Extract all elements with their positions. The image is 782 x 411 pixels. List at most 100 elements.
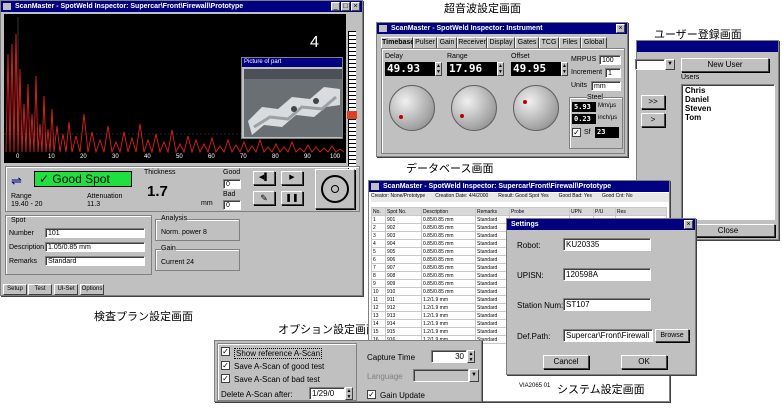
delete-after-field[interactable]: 1/29/0 <box>309 387 345 400</box>
remarks-label: Remarks <box>9 258 38 265</box>
link-icon: ⇌ <box>11 173 22 188</box>
capture-time-field[interactable]: 30 <box>431 350 467 363</box>
language-dropdown-arrow-icon[interactable]: ▼ <box>469 369 479 382</box>
tab-test[interactable]: Test <box>28 284 52 295</box>
close-icon[interactable]: × <box>616 24 625 33</box>
increment-label: Increment <box>571 69 603 76</box>
range-spinner[interactable]: ▲ ▼ <box>497 62 504 76</box>
x-tick: 40 <box>144 154 151 160</box>
rewind-button[interactable]: ◀▌ <box>253 171 275 185</box>
app-icon <box>371 183 379 190</box>
column-header[interactable]: UPN <box>569 207 594 216</box>
tab-ui-set[interactable]: UI-Set <box>54 284 78 295</box>
tab-tcg[interactable]: TCG <box>539 37 559 48</box>
ultrasonic-window: ScanMaster - SpotWeld Inspector: Instrum… <box>376 22 628 157</box>
minimize-icon[interactable]: _ <box>331 2 340 11</box>
gain-scale-marker[interactable] <box>347 111 357 119</box>
column-header[interactable]: Spot No. <box>385 207 422 216</box>
list-item[interactable]: Chris <box>685 86 771 95</box>
tab-timebase[interactable]: Timebase <box>381 37 414 48</box>
ok-button[interactable]: OK <box>621 355 667 369</box>
robot-field[interactable]: KU20335 <box>563 238 651 251</box>
user-list[interactable]: Chris Daniel Steven Tom <box>681 84 775 220</box>
gain-update-checkbox[interactable]: ✓ <box>367 390 376 399</box>
bad-label: Bad <box>223 191 236 198</box>
maximize-icon[interactable]: □ <box>341 2 350 11</box>
pause-button[interactable]: ❚❚ <box>281 191 303 205</box>
close-icon[interactable]: × <box>351 2 360 11</box>
play-button[interactable]: ▶ <box>281 171 303 185</box>
column-header[interactable]: P/U <box>593 207 616 216</box>
list-item[interactable]: Daniel <box>685 95 771 104</box>
save-good-checkbox[interactable]: ✓ <box>221 361 230 370</box>
tab-options[interactable]: Options <box>80 284 104 295</box>
list-item[interactable]: Tom <box>685 113 771 122</box>
cell: 3 <box>371 231 386 240</box>
cell: 1.2/1.9 mm <box>421 311 476 320</box>
upsn-field[interactable]: 120598A <box>563 268 651 281</box>
velocity-inch-unit: inch/µs <box>598 115 618 121</box>
mrpus-label: MRPUS <box>571 56 597 63</box>
tab-display[interactable]: Display <box>487 37 515 48</box>
ultrasonic-title-bar: ScanMaster - SpotWeld Inspector: Instrum… <box>377 23 627 34</box>
range-knob[interactable] <box>451 85 497 131</box>
cell: Standard <box>475 263 510 272</box>
app-icon <box>3 3 11 10</box>
dropdown-arrow-icon[interactable]: ▼ <box>665 59 675 70</box>
move-one-button[interactable]: > <box>641 113 665 127</box>
increment-field[interactable]: 1 <box>605 68 621 78</box>
cancel-button[interactable]: Cancel <box>543 355 589 369</box>
sf-checkbox[interactable]: ✓ <box>572 128 581 137</box>
language-select[interactable] <box>413 369 469 382</box>
delay-knob[interactable] <box>389 85 435 131</box>
status-badge: ✓ Good Spot <box>34 171 132 187</box>
column-header[interactable]: Probe <box>509 207 570 216</box>
delete-after-spinner[interactable]: ▲ ▼ <box>345 387 353 400</box>
column-header[interactable]: No. <box>371 207 386 216</box>
dbpath-field[interactable]: Supercar\Front\Firewall <box>563 329 653 342</box>
column-header[interactable]: Remarks <box>475 207 510 216</box>
tab-files[interactable]: Files <box>559 37 581 48</box>
part-photo <box>244 69 342 137</box>
cell: 903 <box>385 231 422 240</box>
tab-gain[interactable]: Gain <box>437 37 457 48</box>
capture-time-spinner[interactable]: ▲ ▼ <box>467 350 475 363</box>
description-field[interactable]: 1.05/0.85 mm <box>45 242 145 252</box>
scan-button[interactable] <box>315 169 355 209</box>
x-tick: 90 <box>304 154 311 160</box>
tab-gates[interactable]: Gates <box>515 37 539 48</box>
bad-count: 0 <box>223 200 241 210</box>
cell: 910 <box>385 287 422 296</box>
move-all-button[interactable]: >> <box>641 95 665 109</box>
new-user-button[interactable]: New User <box>681 58 769 72</box>
edit-button[interactable]: ✎ <box>253 191 275 205</box>
station-field[interactable]: ST107 <box>563 298 651 311</box>
delay-spinner[interactable]: ▲ ▼ <box>435 62 442 76</box>
remarks-field[interactable]: Standard <box>45 256 145 266</box>
offset-display: 49.95 <box>511 62 561 76</box>
list-item[interactable]: Steven <box>685 104 771 113</box>
velocity-inch-display: 0.23 <box>572 114 596 124</box>
tab-receiver[interactable]: Receiver <box>457 37 487 48</box>
tab-pulser[interactable]: Pulser <box>413 37 437 48</box>
x-tick: 50 <box>176 154 183 160</box>
offset-knob[interactable] <box>513 85 559 131</box>
cell: 906 <box>385 255 422 264</box>
save-bad-checkbox[interactable]: ✓ <box>221 374 230 383</box>
gain-scale <box>348 31 356 181</box>
mrpus-field[interactable]: 100 <box>599 55 621 65</box>
column-header[interactable]: Res <box>615 207 667 216</box>
close-icon[interactable]: × <box>684 220 693 229</box>
user-dropdown[interactable] <box>635 59 665 70</box>
number-field[interactable]: 101 <box>45 228 145 238</box>
tab-global[interactable]: Global <box>581 37 607 48</box>
cell: 1 <box>371 215 386 224</box>
units-select[interactable]: mm <box>591 81 621 91</box>
show-reference-checkbox[interactable]: ✓ <box>221 347 230 356</box>
column-header[interactable]: Description <box>421 207 476 216</box>
caption-system: システム設定画面 <box>557 383 645 396</box>
browse-button[interactable]: Browse <box>655 329 689 342</box>
offset-spinner[interactable]: ▲ ▼ <box>561 62 568 76</box>
tab-setup[interactable]: Setup <box>3 284 27 295</box>
cell: 2 <box>371 223 386 232</box>
